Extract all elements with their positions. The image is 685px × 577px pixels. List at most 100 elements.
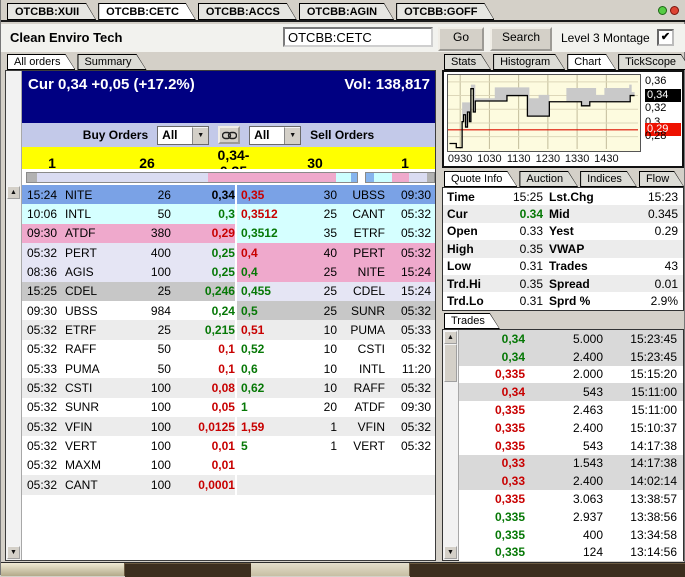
trade-time: 15:23:45 bbox=[603, 332, 677, 346]
order-row[interactable]: 05:32MAXM1000,01 bbox=[22, 456, 435, 475]
dropdown-arrow-icon[interactable]: ▼ bbox=[284, 127, 300, 144]
sell-order[interactable]: 0,425NITE15:24 bbox=[237, 262, 435, 281]
buy-order[interactable]: 09:30ATDF3800,29 bbox=[22, 224, 235, 243]
buy-order[interactable]: 10:06INTL500,3 bbox=[22, 204, 235, 223]
sell-order[interactable]: 0,351225CANT05:32 bbox=[237, 204, 435, 223]
sell-order[interactable]: 0,525SUNR05:32 bbox=[237, 301, 435, 320]
order-row[interactable]: 05:32VFIN1000,01251,591VFIN05:32 bbox=[22, 417, 435, 436]
buy-order[interactable]: 09:30UBSS9840,24 bbox=[22, 301, 235, 320]
sell-order[interactable] bbox=[237, 475, 435, 494]
symbol-input[interactable] bbox=[283, 27, 433, 47]
orders-scrollbar[interactable]: ▲ ▼ bbox=[6, 71, 22, 560]
orders-tab-all-orders[interactable]: All orders bbox=[7, 54, 75, 70]
buy-order[interactable]: 05:32SUNR1000,05 bbox=[22, 398, 235, 417]
order-row[interactable]: 08:36AGIS1000,250,425NITE15:24 bbox=[22, 262, 435, 281]
chart-x-axis: 093010301130123013301430 bbox=[447, 153, 639, 166]
order-row[interactable]: 15:24NITE260,340,3530UBSS09:30 bbox=[22, 185, 435, 204]
sell-order[interactable]: 0,45525CDEL15:24 bbox=[237, 282, 435, 301]
taskbar-segment[interactable] bbox=[251, 563, 410, 576]
trade-row[interactable]: 0,3352.40015:10:37 bbox=[459, 419, 683, 437]
symbol-tab-otcbb-goff[interactable]: OTCBB:GOFF bbox=[396, 3, 494, 20]
sell-order[interactable]: 51VERT05:32 bbox=[237, 436, 435, 455]
trade-row[interactable]: 0,33512413:14:56 bbox=[459, 544, 683, 562]
taskbar-segment[interactable] bbox=[1, 563, 125, 576]
order-row[interactable]: 05:32CANT1000,0001 bbox=[22, 475, 435, 494]
sell-filter-select[interactable]: All ▼ bbox=[249, 126, 301, 145]
quote-tab-quote-info[interactable]: Quote Info bbox=[444, 171, 517, 187]
buy-order[interactable]: 05:32RAFF500,1 bbox=[22, 340, 235, 359]
order-row[interactable]: 05:32SUNR1000,05120ATDF09:30 bbox=[22, 398, 435, 417]
trade-row[interactable]: 0,3352.46315:11:00 bbox=[459, 401, 683, 419]
symbol-tab-otcbb-xuii[interactable]: OTCBB:XUII bbox=[7, 3, 96, 20]
trade-row[interactable]: 0,3353.06313:38:57 bbox=[459, 490, 683, 508]
sell-order[interactable]: 0,610INTL11:20 bbox=[237, 359, 435, 378]
scroll-down-icon[interactable]: ▼ bbox=[444, 546, 457, 559]
scroll-down-icon[interactable]: ▼ bbox=[7, 546, 20, 559]
sell-order[interactable]: 0,3530UBSS09:30 bbox=[237, 185, 435, 204]
order-row[interactable]: 09:30ATDF3800,290,351235ETRF05:32 bbox=[22, 224, 435, 243]
trade-row[interactable]: 0,332.40014:02:14 bbox=[459, 472, 683, 490]
buy-order[interactable]: 08:36AGIS1000,25 bbox=[22, 262, 235, 281]
trade-row[interactable]: 0,3352.93713:38:56 bbox=[459, 508, 683, 526]
analysis-tab-histogram[interactable]: Histogram bbox=[493, 54, 565, 70]
order-row[interactable]: 05:32PERT4000,250,440PERT05:32 bbox=[22, 243, 435, 262]
sell-order[interactable]: 0,6210RAFF05:32 bbox=[237, 378, 435, 397]
scroll-up-icon[interactable]: ▲ bbox=[444, 331, 457, 344]
buy-order[interactable]: 05:32MAXM1000,01 bbox=[22, 456, 235, 475]
buy-order[interactable]: 05:32ETRF250,215 bbox=[22, 320, 235, 339]
sell-order[interactable]: 120ATDF09:30 bbox=[237, 398, 435, 417]
buy-order[interactable]: 15:24NITE260,34 bbox=[22, 185, 235, 204]
buy-order[interactable]: 05:32PERT4000,25 bbox=[22, 243, 235, 262]
trade-row[interactable]: 0,33554314:17:38 bbox=[459, 437, 683, 455]
buy-order[interactable]: 05:32CSTI1000,08 bbox=[22, 378, 235, 397]
order-row[interactable]: 05:32RAFF500,10,5210CSTI05:32 bbox=[22, 340, 435, 359]
order-row[interactable]: 05:32CSTI1000,080,6210RAFF05:32 bbox=[22, 378, 435, 397]
order-row[interactable]: 09:30UBSS9840,240,525SUNR05:32 bbox=[22, 301, 435, 320]
order-row[interactable]: 05:32VERT1000,0151VERT05:32 bbox=[22, 436, 435, 455]
quote-tab-auction[interactable]: Auction bbox=[519, 171, 578, 187]
quote-tab-indices[interactable]: Indices bbox=[580, 171, 637, 187]
trades-tab-trades[interactable]: Trades bbox=[444, 313, 500, 329]
sell-order[interactable] bbox=[237, 456, 435, 475]
buy-filter-select[interactable]: All ▼ bbox=[157, 126, 209, 145]
quote-tab-flow[interactable]: Flow bbox=[639, 171, 684, 187]
order-row[interactable]: 05:32ETRF250,2150,5110PUMA05:33 bbox=[22, 320, 435, 339]
sell-order[interactable]: 0,440PERT05:32 bbox=[237, 243, 435, 262]
sell-order[interactable]: 0,351235ETRF05:32 bbox=[237, 224, 435, 243]
order-row[interactable]: 15:25CDEL250,2460,45525CDEL15:24 bbox=[22, 282, 435, 301]
orders-tab-summary[interactable]: Summary bbox=[77, 54, 146, 70]
scroll-up-icon[interactable]: ▲ bbox=[7, 186, 20, 199]
scrollbar-thumb[interactable] bbox=[444, 344, 457, 382]
sell-order[interactable]: 0,5210CSTI05:32 bbox=[237, 340, 435, 359]
trade-row[interactable]: 0,33540013:34:58 bbox=[459, 526, 683, 544]
trade-row[interactable]: 0,342.40015:23:45 bbox=[459, 348, 683, 366]
go-button[interactable]: Go bbox=[438, 27, 484, 51]
sell-order[interactable]: 1,591VFIN05:32 bbox=[237, 417, 435, 436]
buy-order[interactable]: 05:32CANT1000,0001 bbox=[22, 475, 235, 494]
dropdown-arrow-icon[interactable]: ▼ bbox=[192, 127, 208, 144]
order-row[interactable]: 10:06INTL500,30,351225CANT05:32 bbox=[22, 204, 435, 223]
sell-order[interactable]: 0,5110PUMA05:33 bbox=[237, 320, 435, 339]
analysis-tab-tickscope[interactable]: TickScope bbox=[618, 54, 685, 70]
trade-row[interactable]: 0,3352.00015:15:20 bbox=[459, 366, 683, 384]
symbol-tab-otcbb-cetc[interactable]: OTCBB:CETC bbox=[98, 3, 196, 20]
trade-row[interactable]: 0,331.54314:17:38 bbox=[459, 455, 683, 473]
trade-price: 0,335 bbox=[461, 528, 525, 542]
analysis-tab-stats[interactable]: Stats bbox=[444, 54, 491, 70]
symbol-tab-otcbb-accs[interactable]: OTCBB:ACCS bbox=[198, 3, 297, 20]
search-button[interactable]: Search bbox=[490, 27, 552, 51]
buy-order[interactable]: 05:32VFIN1000,0125 bbox=[22, 417, 235, 436]
buy-order[interactable]: 15:25CDEL250,246 bbox=[22, 282, 235, 301]
symbol-tab-otcbb-agin[interactable]: OTCBB:AGIN bbox=[299, 3, 394, 20]
link-filters-button[interactable] bbox=[218, 126, 240, 144]
level3-montage-checkbox[interactable]: ✔ bbox=[657, 29, 674, 46]
analysis-tab-chart[interactable]: Chart bbox=[567, 54, 616, 70]
buy-order[interactable]: 05:32VERT1000,01 bbox=[22, 436, 235, 455]
trade-row[interactable]: 0,3454315:11:00 bbox=[459, 383, 683, 401]
sell-price: 5 bbox=[241, 439, 301, 453]
trades-scrollbar[interactable]: ▲ ▼ bbox=[443, 330, 459, 560]
order-row[interactable]: 05:33PUMA500,10,610INTL11:20 bbox=[22, 359, 435, 378]
quote-value: 0.01 bbox=[607, 277, 678, 291]
trade-row[interactable]: 0,345.00015:23:45 bbox=[459, 330, 683, 348]
buy-order[interactable]: 05:33PUMA500,1 bbox=[22, 359, 235, 378]
